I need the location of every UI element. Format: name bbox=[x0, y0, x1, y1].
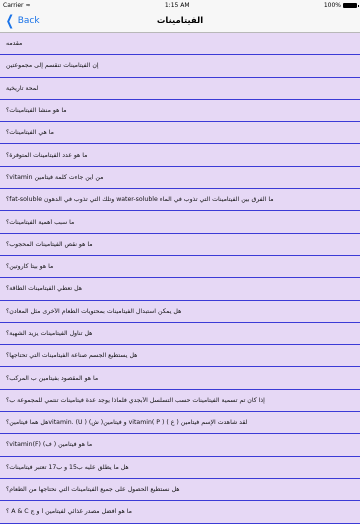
list-item[interactable]: ما هو عدد الفيتامينات المتوفرة؟ bbox=[0, 144, 360, 167]
navigation-bar: ❮ Back الفيتامينات bbox=[0, 10, 360, 33]
list-item[interactable]: لقد شاهدت الإسم فيتامين ( ع ) vitamin( P… bbox=[0, 412, 360, 435]
list-item[interactable]: هل تناول الفيتامينات يزيد الشهية؟ bbox=[0, 323, 360, 346]
page-title: الفيتامينات bbox=[156, 16, 204, 26]
list-item[interactable]: ما هو منشأ الفيتامينات؟ bbox=[0, 100, 360, 123]
status-right: 100% bbox=[323, 1, 359, 9]
status-bar: Carrier ≈ 1:15 AM 100% bbox=[0, 0, 360, 10]
list-item[interactable]: ما سبب أهمية الفيتامينات؟ bbox=[0, 211, 360, 234]
topics-list: مقدمه إن الفيتامينات تنقسم إلى مجموعتين لم… bbox=[0, 33, 360, 524]
list-item[interactable]: ما هو أفضل مصدر غذائي لفيتامين أ و ج A &… bbox=[0, 501, 360, 524]
list-item-label: ما هو أفضل مصدر غذائي لفيتامين أ و ج A &… bbox=[6, 508, 132, 516]
list-item-label: ما هو منشأ الفيتامينات؟ bbox=[6, 107, 67, 115]
list-item[interactable]: هل ما يطلق عليه ب15 و ب17 تعتبر فيتامينا… bbox=[0, 457, 360, 479]
carrier-label: Carrier bbox=[3, 1, 24, 9]
list-item[interactable]: ما هو فيتامين ( ف) vitamin(F)؟ bbox=[0, 434, 360, 457]
list-item-label: هل تعطي الفيتامينات الطاقة؟ bbox=[6, 285, 83, 293]
list-item-label: مقدمه bbox=[6, 40, 23, 48]
list-item-label: لمحة تاريخية bbox=[6, 84, 39, 92]
list-item-label: هل يمكن استبدال الفيتامينات بمحتويات الط… bbox=[6, 307, 182, 315]
list-item[interactable]: إن الفيتامينات تنقسم إلى مجموعتين bbox=[0, 55, 360, 78]
battery-percent: 100% bbox=[323, 1, 341, 9]
list-item[interactable]: من أين جاءت كلمة فيتامين vitamin؟ bbox=[0, 167, 360, 190]
list-item-label: ما هو فيتامين ( ف) vitamin(F)؟ bbox=[6, 441, 93, 449]
list-item-label: هل يستطيع الجسم صناعة الفيتامينات التي ت… bbox=[6, 352, 138, 360]
list-item-label: هل ما يطلق عليه ب15 و ب17 تعتبر فيتامينا… bbox=[6, 463, 129, 471]
list-item-label: هل نستطيع الحصول على جميع الفيتامينات ال… bbox=[6, 486, 180, 494]
list-item[interactable]: ما هي الفيتامينات؟ bbox=[0, 122, 360, 145]
wifi-icon: ≈ bbox=[25, 1, 31, 9]
list-item[interactable]: هل نستطيع الحصول على جميع الفيتامينات ال… bbox=[0, 479, 360, 502]
list-item-label: هل تناول الفيتامينات يزيد الشهية؟ bbox=[6, 330, 93, 337]
battery-fill bbox=[343, 3, 356, 7]
battery-icon bbox=[342, 2, 359, 8]
status-left: Carrier ≈ bbox=[3, 2, 31, 9]
list-item[interactable]: هل تعطي الفيتامينات الطاقة؟ bbox=[0, 278, 360, 301]
list-item[interactable]: ما هو المقصود بفيتامين ب المركب؟ bbox=[0, 367, 360, 390]
list-item-label: ما هو نقص الفيتامينات المحجوب؟ bbox=[6, 240, 93, 248]
list-item-label: إن الفيتامينات تنقسم إلى مجموعتين bbox=[6, 62, 99, 70]
list-item-label: ما هي الفيتامينات؟ bbox=[6, 129, 54, 137]
list-item-label: ما هو بيتا كاروتين؟ bbox=[6, 263, 54, 271]
list-item-label: لقد شاهدت الإسم فيتامين ( ع ) vitamin( P… bbox=[6, 419, 248, 427]
list-item-label: من أين جاءت كلمة فيتامين vitamin؟ bbox=[6, 173, 104, 181]
list-item[interactable]: لمحة تاريخية bbox=[0, 78, 360, 100]
list-item-label: ما الفرق بين الفيتامينات التي تذوب في ال… bbox=[6, 196, 274, 204]
list-item[interactable]: مقدمه bbox=[0, 33, 360, 56]
list-item[interactable]: هل يستطيع الجسم صناعة الفيتامينات التي ت… bbox=[0, 345, 360, 368]
list-item[interactable]: ما هو نقص الفيتامينات المحجوب؟ bbox=[0, 234, 360, 256]
clock: 1:15 AM bbox=[164, 1, 190, 9]
list-item[interactable]: إذا كان تم تسمية الفيتامينات حسب التسلسل… bbox=[0, 390, 360, 413]
list-item-label: ما سبب أهمية الفيتامينات؟ bbox=[6, 218, 75, 226]
chevron-left-icon: ❮ bbox=[5, 13, 14, 29]
back-button[interactable]: ❮ Back bbox=[4, 10, 40, 32]
list-item[interactable]: ما هو بيتا كاروتين؟ bbox=[0, 256, 360, 279]
back-label: Back bbox=[17, 16, 40, 26]
list-item[interactable]: هل يمكن استبدال الفيتامينات بمحتويات الط… bbox=[0, 301, 360, 323]
list-item-label: ما هو عدد الفيتامينات المتوفرة؟ bbox=[6, 151, 88, 159]
list-item[interactable]: ما الفرق بين الفيتامينات التي تذوب في ال… bbox=[0, 189, 360, 212]
list-item-label: إذا كان تم تسمية الفيتامينات حسب التسلسل… bbox=[6, 396, 265, 404]
list-item-label: ما هو المقصود بفيتامين ب المركب؟ bbox=[6, 374, 99, 382]
